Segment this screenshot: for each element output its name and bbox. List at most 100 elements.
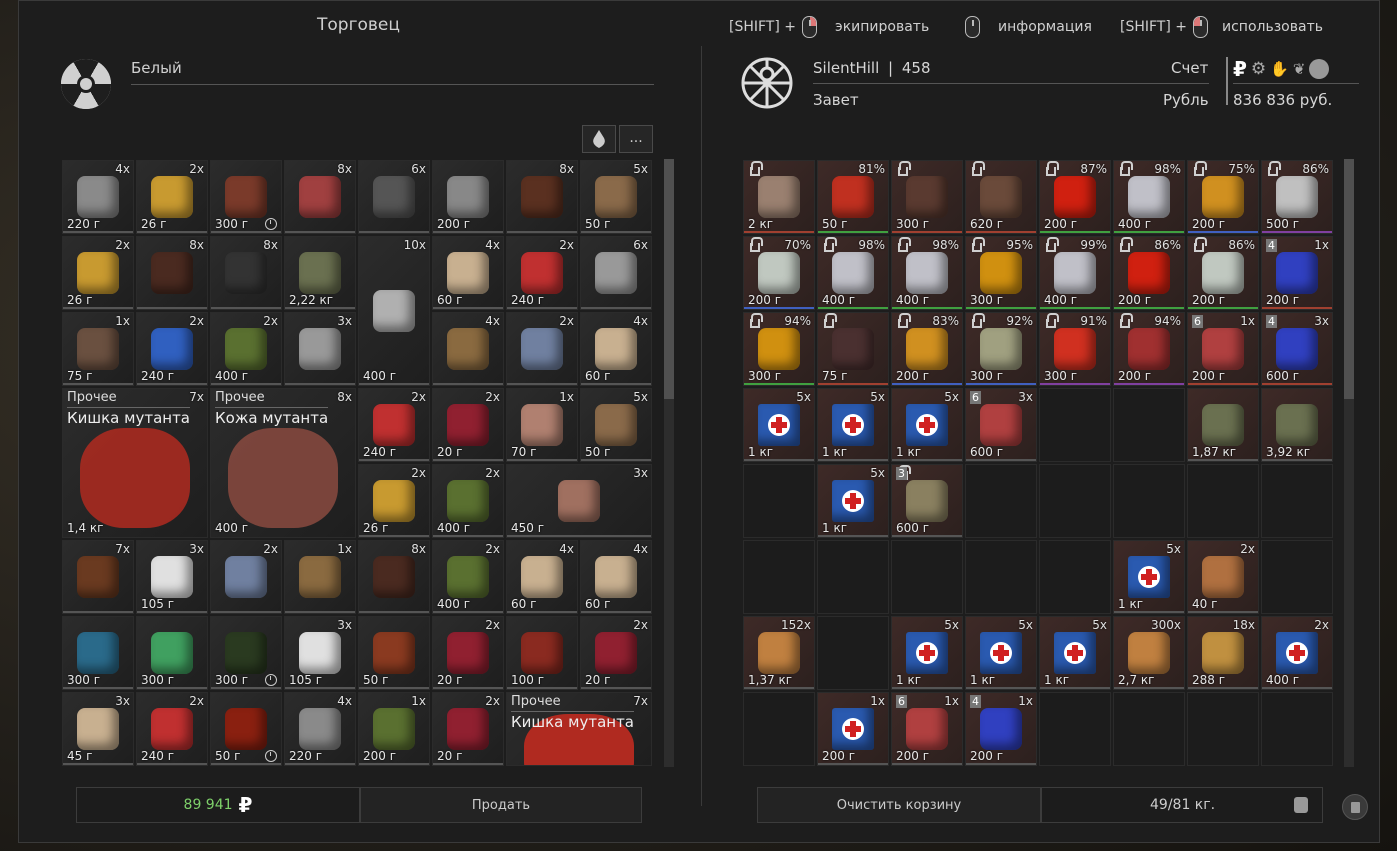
empty-slot[interactable] [965, 540, 1037, 614]
inventory-item[interactable]: 6 1x 200 г [1187, 312, 1259, 386]
ruble-icon[interactable]: ₽ [1233, 57, 1247, 81]
inventory-item[interactable]: 4x 220 г [284, 692, 356, 766]
inventory-item[interactable]: 3x [284, 312, 356, 386]
inventory-item[interactable]: 98% 400 г [891, 236, 963, 310]
inventory-item[interactable]: 2x 26 г [62, 236, 134, 310]
inventory-item[interactable]: 8x [136, 236, 208, 310]
inventory-item[interactable]: 70% 200 г [743, 236, 815, 310]
inventory-item[interactable]: 2x 40 г [1187, 540, 1259, 614]
inventory-item[interactable]: 2x 240 г [506, 236, 578, 310]
inventory-item[interactable]: 87% 200 г [1039, 160, 1111, 234]
inventory-item[interactable]: 6 1x 200 г [891, 692, 963, 766]
inventory-item[interactable]: 3x 45 г [62, 692, 134, 766]
empty-slot[interactable] [743, 464, 815, 538]
inventory-item[interactable]: 10x 400 г [358, 236, 430, 386]
inventory-item[interactable]: 8x [358, 540, 430, 614]
inventory-item[interactable]: 5x 1 кг [817, 464, 889, 538]
inventory-item[interactable]: 2x 400 г [432, 540, 504, 614]
inventory-item[interactable]: 1x [284, 540, 356, 614]
more-options-button[interactable]: ... [619, 125, 653, 153]
clear-cart-button[interactable]: Очистить корзину [757, 787, 1041, 823]
inventory-item[interactable]: 86% 200 г [1187, 236, 1259, 310]
inventory-item[interactable]: 200 г [432, 160, 504, 234]
inventory-item[interactable]: 86% 500 г [1261, 160, 1333, 234]
inventory-item[interactable]: 4x [432, 312, 504, 386]
inventory-item[interactable]: 152x 1,37 кг [743, 616, 815, 690]
inventory-item[interactable]: 4x 60 г [580, 540, 652, 614]
trader-scrollbar[interactable] [664, 159, 674, 767]
inventory-item[interactable]: 92% 300 г [965, 312, 1037, 386]
empty-slot[interactable] [1113, 464, 1185, 538]
inventory-item[interactable]: 1x 75 г [62, 312, 134, 386]
inventory-item[interactable]: 300 г [891, 160, 963, 234]
inventory-item[interactable]: 2x 26 г [358, 464, 430, 538]
inventory-item[interactable]: 3 600 г [891, 464, 963, 538]
inventory-item[interactable]: 99% 400 г [1039, 236, 1111, 310]
inventory-item[interactable]: 8x [210, 236, 282, 310]
coin-icon[interactable] [1309, 59, 1330, 79]
empty-slot[interactable] [1113, 388, 1185, 462]
inventory-item[interactable]: 2,22 кг [284, 236, 356, 310]
trash-icon[interactable] [1342, 794, 1368, 820]
cart-scroll-thumb[interactable] [1344, 159, 1354, 399]
inventory-item[interactable]: 5x 1 кг [891, 388, 963, 462]
inventory-item[interactable]: 50 г [358, 616, 430, 690]
empty-slot[interactable] [1261, 540, 1333, 614]
inventory-item[interactable]: 1x 200 г [817, 692, 889, 766]
inventory-item[interactable]: 4x 220 г [62, 160, 134, 234]
empty-slot[interactable] [1039, 692, 1111, 766]
empty-slot[interactable] [891, 540, 963, 614]
mutant-gut-item[interactable]: Прочее Кишка мутанта 7x 1,4 кг [62, 388, 208, 538]
inventory-item[interactable]: 81% 50 г [817, 160, 889, 234]
inventory-item[interactable]: 83% 200 г [891, 312, 963, 386]
empty-slot[interactable] [1039, 464, 1111, 538]
inventory-item[interactable]: 2x 400 г [1261, 616, 1333, 690]
empty-slot[interactable] [817, 616, 889, 690]
empty-slot[interactable] [817, 540, 889, 614]
inventory-item[interactable]: 94% 300 г [743, 312, 815, 386]
empty-slot[interactable] [1261, 464, 1333, 538]
gear-icon[interactable]: ⚙ [1251, 59, 1266, 79]
inventory-item[interactable]: 6x [580, 236, 652, 310]
inventory-item[interactable]: 6x [358, 160, 430, 234]
inventory-item[interactable]: 3x 105 г [284, 616, 356, 690]
inventory-item[interactable]: 3,92 кг [1261, 388, 1333, 462]
inventory-item[interactable]: 1,87 кг [1187, 388, 1259, 462]
inventory-item[interactable]: 2x 26 г [136, 160, 208, 234]
inventory-item[interactable]: 3x 105 г [136, 540, 208, 614]
inventory-item[interactable]: 5x 1 кг [1113, 540, 1185, 614]
inventory-item[interactable]: 50 г [210, 692, 282, 766]
inventory-item[interactable]: 94% 200 г [1113, 312, 1185, 386]
inventory-item[interactable]: 620 г [965, 160, 1037, 234]
empty-slot[interactable] [1039, 388, 1111, 462]
inventory-item[interactable]: 5x 1 кг [817, 388, 889, 462]
inventory-item[interactable]: 75% 200 г [1187, 160, 1259, 234]
cart-scrollbar[interactable] [1344, 159, 1354, 767]
inventory-item[interactable]: 4x 60 г [432, 236, 504, 310]
inventory-item[interactable]: 8x [284, 160, 356, 234]
inventory-item[interactable]: 2x 240 г [358, 388, 430, 462]
inventory-item[interactable]: 300 г [210, 160, 282, 234]
inventory-item[interactable]: 2x 20 г [432, 692, 504, 766]
mutant-gut-item[interactable]: Прочее Кишка мутанта 7x [506, 692, 652, 766]
inventory-item[interactable]: 4 1x 200 г [965, 692, 1037, 766]
inventory-item[interactable]: 2x 240 г [136, 692, 208, 766]
inventory-item[interactable]: 98% 400 г [1113, 160, 1185, 234]
inventory-item[interactable]: 2x 20 г [432, 616, 504, 690]
inventory-item[interactable]: 5x 1 кг [891, 616, 963, 690]
inventory-item[interactable]: 2x 240 г [136, 312, 208, 386]
inventory-item[interactable]: 98% 400 г [817, 236, 889, 310]
inventory-item[interactable]: 5x 50 г [580, 160, 652, 234]
inventory-item[interactable]: 5x 1 кг [1039, 616, 1111, 690]
inventory-item[interactable]: 5x 1 кг [743, 388, 815, 462]
inventory-item[interactable]: 5x 50 г [580, 388, 652, 462]
currency-selector[interactable]: ₽ ⚙ ✋ ❦ [1233, 57, 1330, 81]
empty-slot[interactable] [1187, 692, 1259, 766]
inventory-item[interactable]: 4x 60 г [580, 312, 652, 386]
sell-button[interactable]: Продать [360, 787, 642, 823]
leaf-icon[interactable]: ❦ [1293, 60, 1306, 78]
empty-slot[interactable] [965, 464, 1037, 538]
inventory-item[interactable]: 2x [210, 540, 282, 614]
empty-slot[interactable] [1187, 464, 1259, 538]
empty-slot[interactable] [743, 540, 815, 614]
